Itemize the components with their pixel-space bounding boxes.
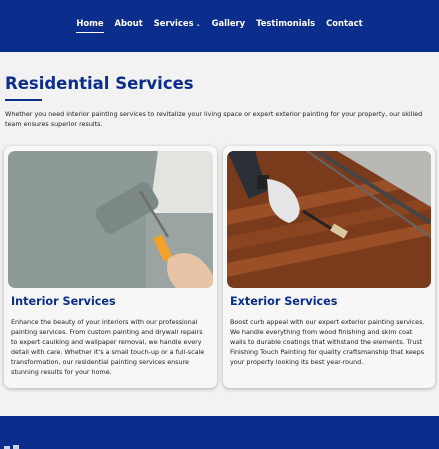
title-underline [5,99,42,101]
nav-item-testimonials[interactable]: Testimonials [256,18,315,28]
footer [0,416,439,449]
nav-item-about[interactable]: About [115,18,143,28]
exterior-services-card: Exterior Services Boost curb appeal with… [223,146,435,388]
exterior-services-title: Exterior Services [230,295,338,308]
interior-services-card: Interior Services Enhance the beauty of … [4,146,217,388]
exterior-services-text: Boost curb appeal with our expert exteri… [230,318,425,366]
nav-item-gallery[interactable]: Gallery [212,18,246,28]
nav-item-home[interactable]: Home [76,18,104,33]
nav-item-contact[interactable]: Contact [326,18,363,28]
top-navigation: Home About Services ⌄ Gallery Testimonial… [0,0,439,52]
nav-item-services-label: Services [153,18,194,28]
footer-logo-fragment [4,445,19,449]
nav-menu: Home About Services ⌄ Gallery Testimonial… [0,18,439,33]
intro-text: Whether you need interior painting servi… [5,110,423,128]
chevron-down-icon: ⌄ [195,21,201,28]
interior-painting-image [8,151,213,288]
interior-services-text: Enhance the beauty of your interiors wit… [11,318,205,376]
exterior-staining-image [227,151,431,288]
interior-services-title: Interior Services [11,295,116,308]
page-title: Residential Services [5,74,194,93]
nav-item-services[interactable]: Services ⌄ [154,18,201,28]
